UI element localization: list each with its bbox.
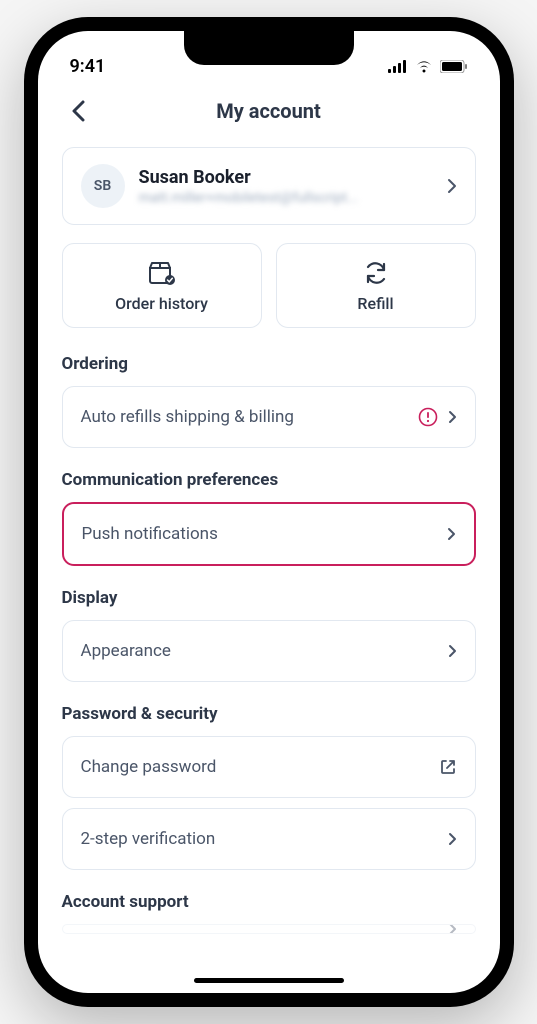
section-heading-security: Password & security bbox=[62, 704, 476, 724]
wifi-icon bbox=[414, 59, 434, 73]
order-history-button[interactable]: Order history bbox=[62, 243, 262, 328]
box-check-icon bbox=[147, 260, 177, 286]
chevron-right-icon bbox=[448, 410, 457, 424]
profile-name: Susan Booker bbox=[139, 167, 433, 188]
cellular-icon bbox=[388, 60, 408, 73]
two-step-verification-item[interactable]: 2-step verification bbox=[62, 808, 476, 870]
action-label: Refill bbox=[357, 294, 393, 313]
chevron-right-icon bbox=[448, 644, 457, 658]
avatar: SB bbox=[81, 164, 125, 208]
chevron-right-icon bbox=[447, 178, 457, 194]
support-item-partial[interactable] bbox=[62, 924, 476, 934]
change-password-item[interactable]: Change password bbox=[62, 736, 476, 798]
list-item-label: Appearance bbox=[81, 641, 171, 661]
section-heading-support: Account support bbox=[62, 892, 476, 912]
home-indicator[interactable] bbox=[194, 978, 344, 983]
status-time: 9:41 bbox=[70, 56, 106, 77]
battery-icon bbox=[440, 60, 468, 73]
list-item-label: Change password bbox=[81, 757, 217, 777]
profile-email: matt.miller+mobiletest@fullscript... bbox=[139, 190, 433, 206]
action-label: Order history bbox=[115, 294, 208, 313]
list-item-label: 2-step verification bbox=[81, 829, 216, 849]
back-button[interactable] bbox=[62, 95, 94, 127]
page-title: My account bbox=[216, 99, 321, 123]
section-heading-ordering: Ordering bbox=[62, 354, 476, 374]
alert-icon bbox=[418, 407, 438, 427]
nav-header: My account bbox=[38, 83, 500, 139]
section-heading-display: Display bbox=[62, 588, 476, 608]
section-heading-communication: Communication preferences bbox=[62, 470, 476, 490]
list-item-label: Push notifications bbox=[82, 524, 218, 544]
chevron-right-icon bbox=[448, 924, 457, 934]
external-link-icon bbox=[439, 758, 457, 776]
appearance-item[interactable]: Appearance bbox=[62, 620, 476, 682]
profile-card[interactable]: SB Susan Booker matt.miller+mobiletest@f… bbox=[62, 147, 476, 225]
auto-refills-item[interactable]: Auto refills shipping & billing bbox=[62, 386, 476, 448]
push-notifications-item[interactable]: Push notifications bbox=[62, 502, 476, 566]
chevron-right-icon bbox=[447, 527, 456, 541]
refill-icon bbox=[362, 260, 390, 286]
list-item-label: Auto refills shipping & billing bbox=[81, 407, 294, 427]
chevron-right-icon bbox=[448, 832, 457, 846]
chevron-left-icon bbox=[71, 100, 85, 122]
refill-button[interactable]: Refill bbox=[276, 243, 476, 328]
